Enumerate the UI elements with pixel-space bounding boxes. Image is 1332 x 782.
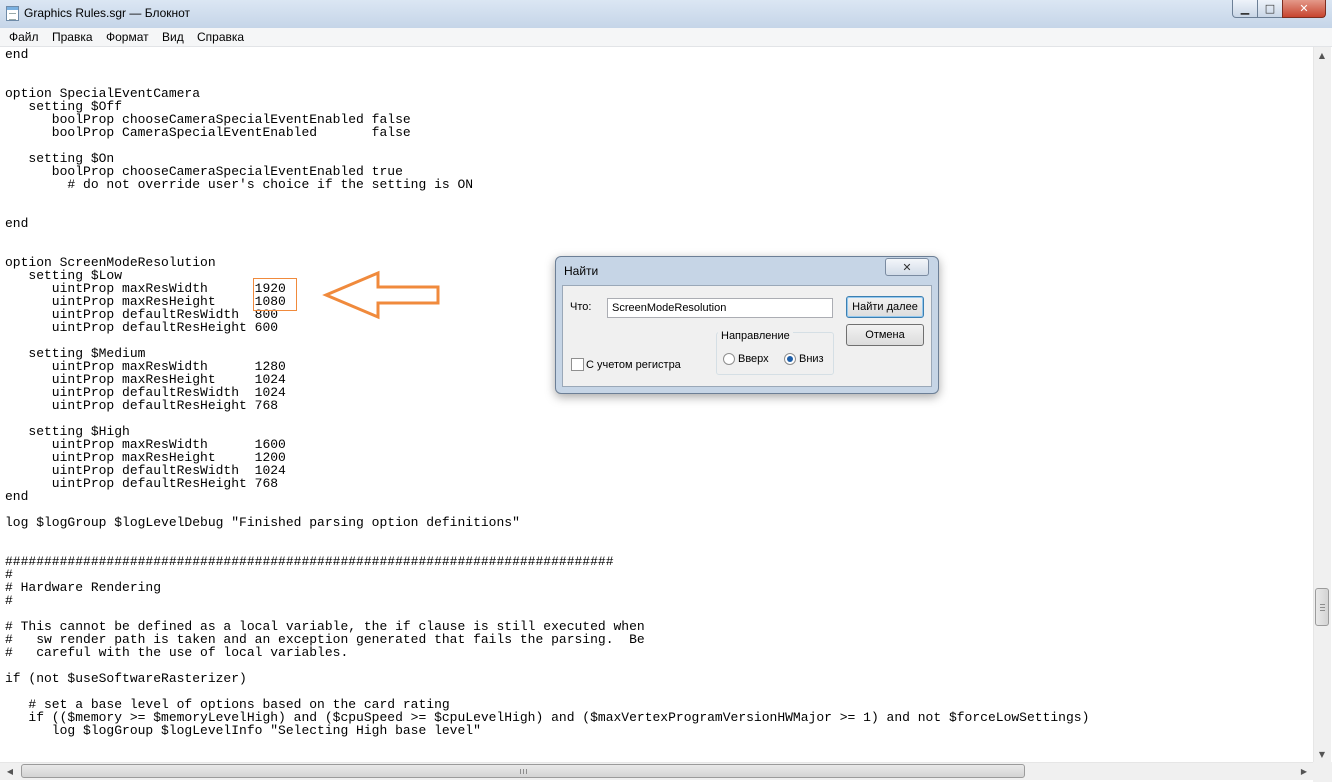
direction-down-radio[interactable] bbox=[784, 353, 796, 365]
match-case-checkbox[interactable] bbox=[571, 358, 584, 371]
find-dialog-title: Найти bbox=[564, 264, 599, 278]
scroll-right-arrow-icon[interactable]: ▶ bbox=[1296, 763, 1312, 779]
menu-bar: Файл Правка Формат Вид Справка bbox=[0, 28, 1332, 47]
horizontal-scroll-thumb[interactable] bbox=[21, 764, 1025, 778]
vertical-scrollbar[interactable]: ▲ ▼ bbox=[1313, 47, 1331, 762]
highlight-box bbox=[253, 278, 297, 311]
menu-format[interactable]: Формат bbox=[106, 30, 149, 44]
menu-edit[interactable]: Правка bbox=[52, 30, 93, 44]
find-what-input[interactable] bbox=[607, 298, 833, 318]
window-title: Graphics Rules.sgr — Блокнот bbox=[24, 6, 191, 20]
vertical-scroll-thumb[interactable] bbox=[1315, 588, 1329, 626]
menu-file[interactable]: Файл bbox=[9, 30, 39, 44]
scroll-left-arrow-icon[interactable]: ◀ bbox=[2, 763, 18, 779]
horizontal-scrollbar[interactable]: ◀ ▶ bbox=[0, 762, 1313, 780]
find-dialog-close-button[interactable]: ✕ bbox=[885, 258, 929, 276]
direction-down-label: Вниз bbox=[799, 353, 824, 365]
menu-help[interactable]: Справка bbox=[197, 30, 244, 44]
direction-up-label: Вверх bbox=[738, 353, 769, 365]
find-what-label: Что: bbox=[570, 301, 592, 313]
find-dialog: Найти ✕ Что: Найти далее Отмена Направле… bbox=[555, 256, 939, 394]
match-case-label: С учетом регистра bbox=[586, 359, 681, 371]
menu-view[interactable]: Вид bbox=[162, 30, 184, 44]
find-next-button[interactable]: Найти далее bbox=[846, 296, 924, 318]
direction-label: Направление bbox=[718, 330, 793, 342]
direction-up-radio[interactable] bbox=[723, 353, 735, 365]
cancel-button[interactable]: Отмена bbox=[846, 324, 924, 346]
scroll-up-arrow-icon[interactable]: ▲ bbox=[1314, 47, 1330, 63]
maximize-button[interactable]: □ bbox=[1257, 0, 1283, 18]
annotation-arrow-icon bbox=[322, 270, 440, 320]
text-editor[interactable]: end option SpecialEventCamera setting $O… bbox=[0, 47, 1313, 762]
close-button[interactable]: ✕ bbox=[1282, 0, 1326, 18]
notepad-icon bbox=[6, 6, 19, 21]
title-bar: Graphics Rules.sgr — Блокнот ▁ □ ✕ bbox=[0, 0, 1332, 29]
scroll-down-arrow-icon[interactable]: ▼ bbox=[1314, 746, 1330, 762]
size-grip[interactable] bbox=[1313, 762, 1332, 782]
minimize-button[interactable]: ▁ bbox=[1232, 0, 1258, 18]
find-dialog-body: Что: Найти далее Отмена Направление Ввер… bbox=[562, 285, 932, 387]
